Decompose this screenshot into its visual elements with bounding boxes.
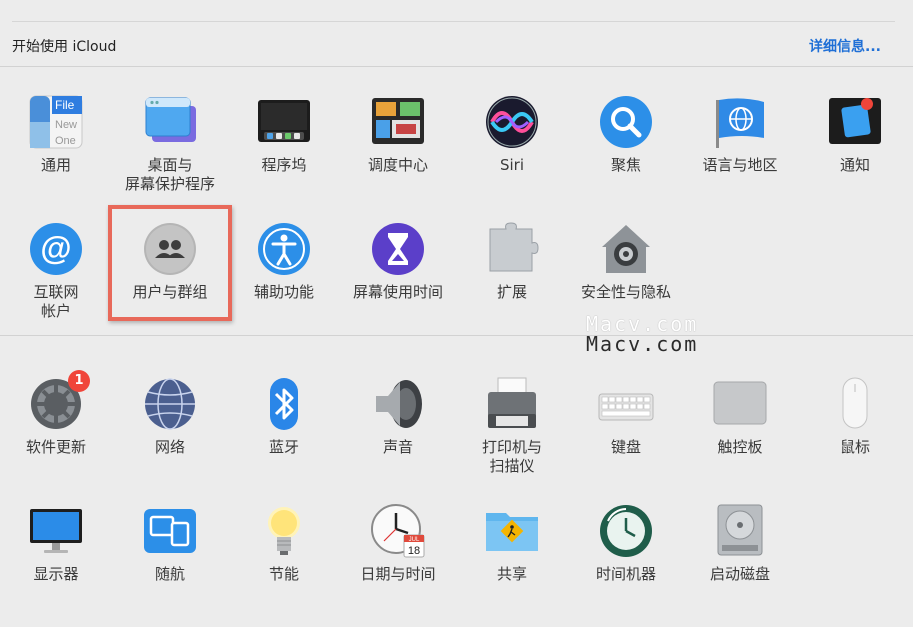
- pref-displays[interactable]: 显示器: [0, 503, 113, 584]
- time-machine-icon: [598, 503, 654, 559]
- dock-icon: [256, 94, 312, 150]
- pref-label: 声音: [382, 438, 413, 456]
- gear-icon: 1: [28, 370, 90, 432]
- pref-label: 通用: [40, 156, 71, 174]
- pref-label: 互联网 帐户: [33, 283, 79, 320]
- pref-label: 启动磁盘: [709, 565, 770, 583]
- icloud-banner: 开始使用 iCloud 详细信息...: [0, 22, 913, 67]
- svg-text:File: File: [55, 98, 75, 112]
- pref-label: 辅助功能: [253, 283, 314, 301]
- pref-spotlight[interactable]: 聚焦: [569, 94, 683, 175]
- pref-security-privacy[interactable]: 安全性与隐私: [569, 221, 683, 302]
- siri-icon: [484, 94, 540, 150]
- general-icon: File New One: [28, 94, 84, 150]
- clock-calendar-icon: JUL 18: [370, 503, 426, 559]
- at-icon: @: [28, 221, 84, 277]
- pref-label: 扩展: [496, 283, 527, 301]
- mouse-icon: [827, 376, 883, 432]
- svg-text:JUL: JUL: [409, 537, 420, 543]
- pref-software-update[interactable]: 1 软件更新: [0, 370, 113, 457]
- pref-desktop-screensaver[interactable]: 桌面与 屏幕保护程序: [113, 94, 227, 194]
- desktop-icon: [142, 94, 198, 150]
- pref-keyboard[interactable]: 键盘: [569, 376, 683, 457]
- printer-icon: [484, 376, 540, 432]
- globe-flag-icon: [712, 94, 768, 150]
- pref-siri[interactable]: Siri: [455, 94, 569, 175]
- highlight-annotation: [108, 205, 232, 321]
- pref-label: 显示器: [33, 565, 79, 583]
- disk-icon: [712, 503, 768, 559]
- pref-label: 键盘: [610, 438, 641, 456]
- pref-label: 软件更新: [25, 438, 86, 456]
- hourglass-icon: [370, 221, 426, 277]
- pref-extensions[interactable]: 扩展: [455, 221, 569, 302]
- house-lock-icon: [598, 221, 654, 277]
- pref-sharing[interactable]: 共享: [455, 503, 569, 584]
- pref-label: 蓝牙: [268, 438, 299, 456]
- accessibility-icon: [256, 221, 312, 277]
- notifications-icon: [827, 94, 883, 150]
- speaker-icon: [370, 376, 426, 432]
- pref-label: 桌面与 屏幕保护程序: [124, 156, 215, 193]
- pref-label: Siri: [499, 156, 525, 174]
- details-link[interactable]: 详细信息...: [809, 36, 881, 56]
- pref-date-time[interactable]: JUL 18 日期与时间: [341, 503, 455, 584]
- sharing-folder-icon: [484, 503, 540, 559]
- pref-language-region[interactable]: 语言与地区: [683, 94, 797, 175]
- bluetooth-icon: [256, 376, 312, 432]
- pref-mouse[interactable]: 鼠标: [798, 376, 912, 457]
- pref-label: 网络: [154, 438, 185, 456]
- pref-label: 鼠标: [839, 438, 870, 456]
- pref-label: 通知: [839, 156, 870, 174]
- pref-network[interactable]: 网络: [113, 376, 227, 457]
- pref-label: 聚焦: [610, 156, 641, 174]
- mission-control-icon: [370, 94, 426, 150]
- trackpad-icon: [712, 376, 768, 432]
- puzzle-icon: [484, 221, 540, 277]
- pref-mission-control[interactable]: 调度中心: [341, 94, 455, 175]
- icloud-banner-text: 开始使用 iCloud: [12, 39, 117, 55]
- keyboard-icon: [598, 376, 654, 432]
- spotlight-icon: [598, 94, 654, 150]
- pref-screen-time[interactable]: 屏幕使用时间: [341, 221, 455, 302]
- pref-label: 日期与时间: [360, 565, 436, 583]
- update-badge: 1: [68, 370, 90, 392]
- pref-label: 调度中心: [367, 156, 428, 174]
- pref-label: 安全性与隐私: [580, 283, 671, 301]
- pref-printers-scanners[interactable]: 打印机与 扫描仪: [455, 376, 569, 476]
- pref-label: 程序坞: [261, 156, 307, 174]
- pref-label: 节能: [268, 565, 299, 583]
- network-globe-icon: [142, 376, 198, 432]
- display-icon: [28, 503, 84, 559]
- svg-text:18: 18: [408, 545, 420, 557]
- pref-dock[interactable]: 程序坞: [227, 94, 341, 175]
- pref-bluetooth[interactable]: 蓝牙: [227, 376, 341, 457]
- sidecar-icon: [142, 503, 198, 559]
- pref-trackpad[interactable]: 触控板: [683, 376, 797, 457]
- pref-label: 共享: [496, 565, 527, 583]
- pref-label: 打印机与 扫描仪: [481, 438, 542, 475]
- svg-text:New: New: [55, 119, 77, 131]
- pref-sound[interactable]: 声音: [341, 376, 455, 457]
- pref-startup-disk[interactable]: 启动磁盘: [683, 503, 797, 584]
- svg-text:@: @: [40, 230, 71, 266]
- pref-sidecar[interactable]: 随航: [113, 503, 227, 584]
- pref-label: 时间机器: [595, 565, 656, 583]
- pref-time-machine[interactable]: 时间机器: [569, 503, 683, 584]
- pref-label: 触控板: [717, 438, 763, 456]
- section-divider: [0, 335, 913, 336]
- lightbulb-icon: [256, 503, 312, 559]
- pref-energy-saver[interactable]: 节能: [227, 503, 341, 584]
- svg-text:One: One: [55, 135, 76, 147]
- pref-label: 随航: [154, 565, 185, 583]
- section-divider: [0, 66, 913, 67]
- pref-label: 语言与地区: [702, 156, 778, 174]
- pref-label: 屏幕使用时间: [352, 283, 443, 301]
- pref-internet-accounts[interactable]: @ 互联网 帐户: [0, 221, 113, 321]
- pref-accessibility[interactable]: 辅助功能: [227, 221, 341, 302]
- pref-notifications[interactable]: 通知: [798, 94, 912, 175]
- pref-general[interactable]: File New One 通用: [0, 94, 113, 175]
